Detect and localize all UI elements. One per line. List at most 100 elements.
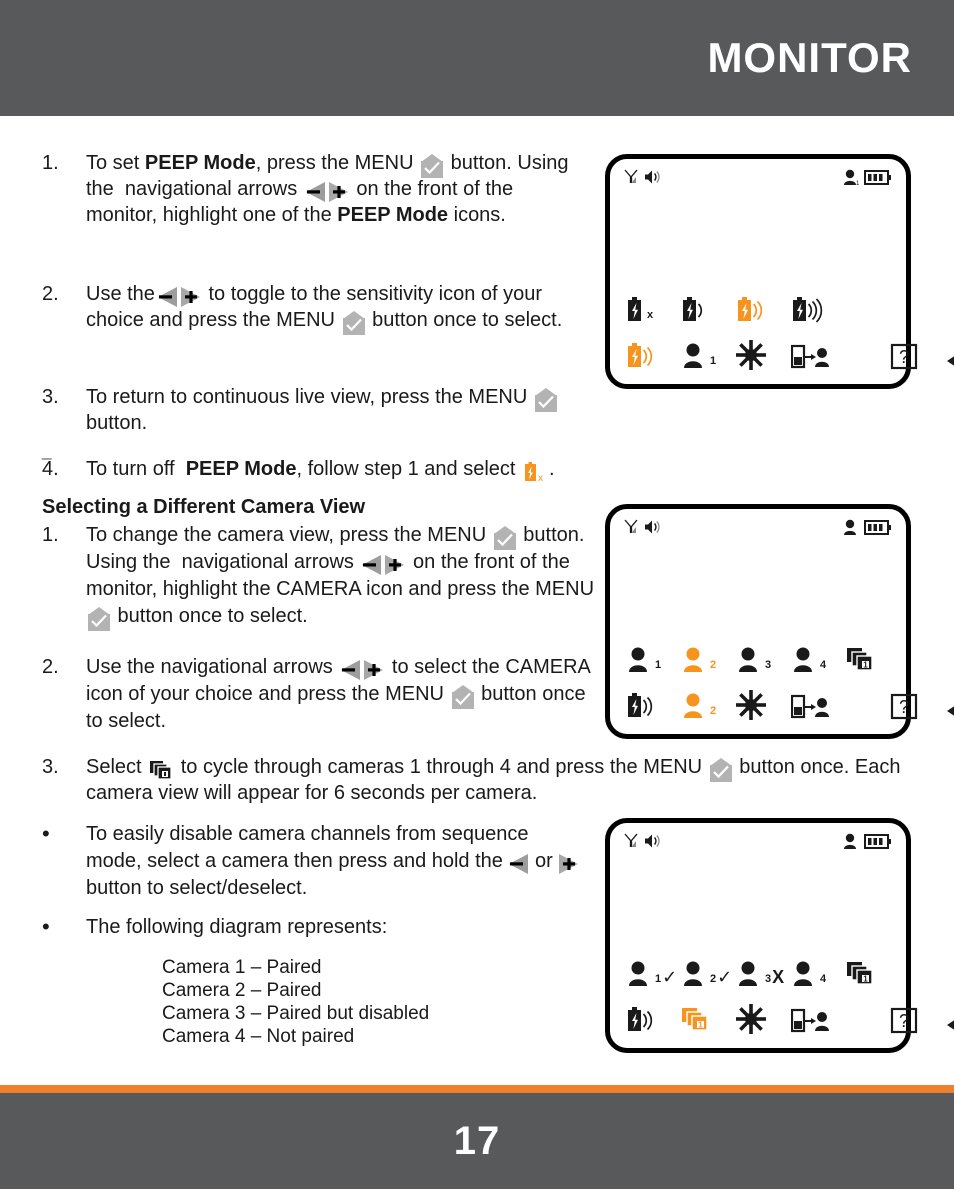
menu-row-2: 2 ? [626,674,954,720]
help-menu-item[interactable]: ? [890,1006,945,1034]
menu-check-icon [493,526,516,551]
menu-check-icon [421,154,444,179]
page-content: 1. To set PEEP Mode, press the MENU butt… [0,116,954,1073]
legend-line: Camera 3 – Paired but disabled [162,1003,430,1024]
menu-check-icon [342,311,365,336]
list-text: To change the camera view, press the MEN… [86,522,602,632]
sequence-option[interactable]: 1 [846,960,901,988]
menu-row-1: 1 ✓ 2 ✓ 3 X 4 1 [626,942,894,988]
sequence-option[interactable]: 1 [846,646,901,674]
page-footer: 17 [0,1093,954,1189]
sequence-status-screen: 1 ✓ 2 ✓ 3 X 4 1 1 ? [605,818,954,1053]
list-text: Use the to toggle to the sensitivity ico… [86,281,602,336]
camera-select-screen: 1 2 3 4 1 2 ? [605,504,954,739]
page-title: MONITOR [707,34,912,81]
pairing-menu-item[interactable] [791,1006,846,1034]
list-marker: 2. [42,656,59,678]
status-bar: 1 [624,169,892,191]
diagram-legend: Camera 1 – Paired Camera 2 – Paired Came… [162,956,429,1048]
footer-accent-rule [0,1085,954,1093]
speaker-icon [644,833,662,854]
list-marker: 3. [42,386,59,408]
list-text: To easily disable camera channels from s… [86,821,582,902]
legend-line: Camera 2 – Paired [162,980,322,1001]
peep-mode-menu-item[interactable] [626,692,681,720]
battery-icon [864,519,892,541]
peep-off-option[interactable]: x [626,296,681,324]
svg-text:?: ? [899,697,909,717]
menu-row-1: x [626,278,894,324]
list-text: To set PEEP Mode, press the MENU button.… [86,152,569,226]
camera-menu-item[interactable]: 1 [681,342,736,370]
legend-line: Camera 1 – Paired [162,957,322,978]
camera-4-option[interactable]: 4 [791,960,846,988]
brightness-menu-item[interactable] [736,690,791,720]
status-bar [624,833,892,855]
camera-1-option[interactable]: 1 [626,646,681,674]
list-marker: 4. [42,458,59,480]
camera-icon [842,833,859,855]
menu-row-1: 1 2 3 4 1 [626,628,894,674]
camera-icon [842,519,859,541]
peep-mode-menu-item[interactable] [626,342,681,370]
option-sub-label: 4 [820,973,827,985]
option-sub-label: 2 [710,705,717,717]
camera-2-status-mark: ✓ [717,967,733,987]
camera-3-status-mark: X [772,967,785,987]
camera-2-option[interactable]: 2 ✓ [681,960,736,988]
camera-3-option[interactable]: 3 X [736,960,791,988]
svg-text:1: 1 [863,661,868,670]
camera-1-option[interactable]: 1 ✓ [626,960,681,988]
option-sub-label: 4 [820,659,827,671]
menu-check-icon [534,388,557,413]
peep-med-option[interactable] [736,296,791,324]
list-item: • To easily disable camera channels from… [42,821,582,902]
menu-check-icon [709,758,732,783]
svg-text:1: 1 [856,181,859,186]
speaker-icon [644,519,662,540]
camera-icon: 1 [842,169,860,191]
nav-arrows-icon [157,286,201,308]
peep-high-option[interactable] [791,296,855,324]
list-item: 3. To return to continuous live view, pr… [42,384,602,436]
peep-mode-menu-item[interactable] [626,1006,681,1034]
brightness-menu-item[interactable] [736,1004,791,1034]
sequence-icon [149,759,173,781]
speaker-icon [644,169,662,190]
brightness-menu-item[interactable] [736,340,791,370]
camera-4-option[interactable]: 4 [791,646,846,674]
camera-1-status-mark: ✓ [662,967,678,987]
peep-low-option[interactable] [681,296,736,324]
list-text: To turn off PEEP Mode, follow step 1 and… [86,458,555,485]
signal-icon [624,833,638,854]
help-menu-item[interactable]: ? [890,342,945,370]
signal-icon [624,169,638,190]
back-menu-item[interactable] [945,694,954,720]
page-header: MONITOR [0,0,954,116]
camera-3-option[interactable]: 3 [736,646,791,674]
list-marker: 1. [42,152,59,174]
back-menu-item[interactable] [945,344,954,370]
back-menu-item[interactable] [945,1008,954,1034]
sequence-menu-item[interactable]: 1 [681,1006,736,1034]
option-sub-label: 2 [710,973,717,985]
menu-check-icon [88,607,110,632]
list-text: To return to continuous live view, press… [86,384,602,436]
menu-row-2: 1 ? [626,988,954,1034]
list-item: 4. To turn off PEEP Mode, follow step 1 … [42,456,642,485]
camera-2-option[interactable]: 2 [681,646,736,674]
nav-arrows-icon [340,659,384,681]
list-marker: • [42,821,50,846]
camera-menu-item[interactable]: 2 [681,692,736,720]
help-menu-item[interactable]: ? [890,692,945,720]
option-sub-label: 1 [655,973,662,985]
menu-rows: x 1 ? [626,278,954,370]
list-item: • The following diagram represents: [42,914,582,940]
list-text: The following diagram represents: [86,916,388,938]
arrow-right-icon [558,853,579,875]
svg-text:?: ? [899,347,909,367]
list-marker: 3. [42,756,59,778]
pairing-menu-item[interactable] [791,342,846,370]
list-item: 3. Select to cycle through cameras 1 thr… [42,754,922,806]
pairing-menu-item[interactable] [791,692,846,720]
